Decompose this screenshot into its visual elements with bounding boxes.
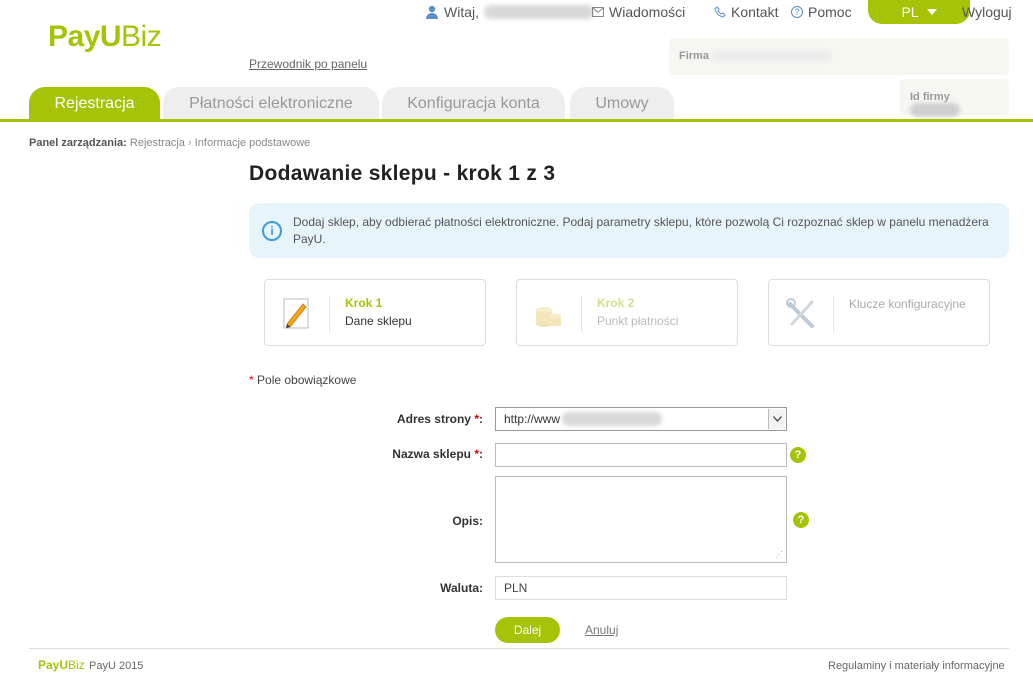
required-asterisk: * [474,412,479,426]
resize-handle-icon[interactable]: ⋰ [775,551,783,559]
logout-label: Wyloguj [962,4,1012,20]
breadcrumb: Panel zarządzania: Rejestracja › Informa… [29,137,310,149]
panel-guide-link[interactable]: Przewodnik po panelu [249,57,367,71]
language-select[interactable]: PL [868,0,970,24]
step-3-card: Klucze konfiguracyjne [768,279,990,346]
required-asterisk: * [249,373,254,387]
username-redacted [484,5,594,19]
step-2-card: Krok 2 Punkt płatności [516,279,738,346]
pencil-icon [283,298,309,329]
breadcrumb-registration[interactable]: Rejestracja [130,137,185,149]
shop-name-input[interactable] [495,443,787,467]
info-box: Dodaj sklep, aby odbierać płatności elek… [249,203,1009,258]
coins-icon [536,307,561,327]
logo-main: PayU [48,20,122,53]
page-title: Dodawanie sklepu - krok 1 z 3 [249,162,556,185]
description-textarea[interactable] [495,476,787,563]
step-1-card: Krok 1 Dane sklepu [264,279,486,346]
help-link[interactable]: ? Pomoc [791,4,852,20]
footer-terms-link[interactable]: Regulaminy i materiały informacyjne [828,660,1005,672]
logout-link[interactable]: Wyloguj [962,4,1012,20]
question-icon: ? [791,6,803,18]
address-redacted [562,412,663,426]
envelope-icon [592,7,604,17]
company-field: Firma [669,38,1009,75]
company-id-redacted [910,103,960,117]
address-label-text: Adres strony [396,412,471,426]
address-select[interactable]: http://www [495,407,787,431]
tab-underline [0,119,1033,122]
phone-icon [714,6,726,18]
footer-logo-sub: Biz [68,658,85,672]
user-icon [426,5,438,19]
select-arrow-icon[interactable] [768,409,785,429]
greeting: Witaj, [425,4,594,20]
address-value: http://www [504,412,561,426]
cancel-link[interactable]: Anuluj [585,623,618,637]
description-label: Opis: [452,514,483,528]
footer-logo: PayUBiz [38,658,85,672]
shop-name-help-icon[interactable]: ? [790,447,806,463]
payu-biz-logo[interactable]: PayUBiz [48,20,162,54]
breadcrumb-current: Informacje podstawowe [194,137,311,149]
step-divider [833,296,834,332]
required-note-text: Pole obowiązkowe [257,373,357,387]
step-1-subtitle: Dane sklepu [345,314,412,328]
shop-name-label: Nazwa sklepu *: [392,447,483,461]
step-3-subtitle: Klucze konfiguracyjne [849,297,966,311]
language-value: PL [901,4,919,20]
tab-registration[interactable]: Rejestracja [29,87,160,121]
description-help-icon[interactable]: ? [793,512,809,528]
contact-label: Kontakt [731,4,779,20]
info-icon: i [262,221,282,241]
company-label: Firma [679,50,709,62]
footer-logo-main: PayU [38,658,69,672]
company-id-field: Id firmy [900,79,1009,117]
step-2-subtitle: Punkt płatności [597,314,679,328]
logo-sub: Biz [121,20,162,53]
step-2-title: Krok 2 [597,296,635,310]
contact-link[interactable]: Kontakt [714,4,778,20]
currency-label: Waluta: [440,581,483,595]
breadcrumb-root: Panel zarządzania: [29,137,127,149]
tab-contracts[interactable]: Umowy [570,87,674,121]
caret-down-icon [926,9,937,15]
company-id-label: Id firmy [910,91,950,103]
info-text: Dodaj sklep, aby odbierać płatności elek… [293,215,989,246]
step-1-title: Krok 1 [345,296,383,310]
currency-field: PLN [495,576,787,600]
tab-electronic-payments[interactable]: Płatności elektroniczne [163,87,379,121]
next-button[interactable]: Dalej [495,617,560,643]
breadcrumb-separator: › [187,137,192,149]
help-label: Pomoc [808,4,852,20]
required-asterisk: * [474,447,479,461]
tab-account-config[interactable]: Konfiguracja konta [382,87,565,121]
company-redacted [712,50,833,63]
messages-link[interactable]: Wiadomości [592,4,685,20]
shop-name-label-text: Nazwa sklepu [392,447,471,461]
messages-label: Wiadomości [609,4,686,20]
tools-icon [786,298,814,328]
greeting-text: Witaj, [444,4,479,20]
footer-divider [29,648,1009,649]
address-label: Adres strony *: [396,412,483,426]
step-divider [581,296,582,332]
step-divider [329,296,330,332]
required-note: * Pole obowiązkowe [249,373,356,387]
footer-copyright: PayU 2015 [89,660,144,672]
